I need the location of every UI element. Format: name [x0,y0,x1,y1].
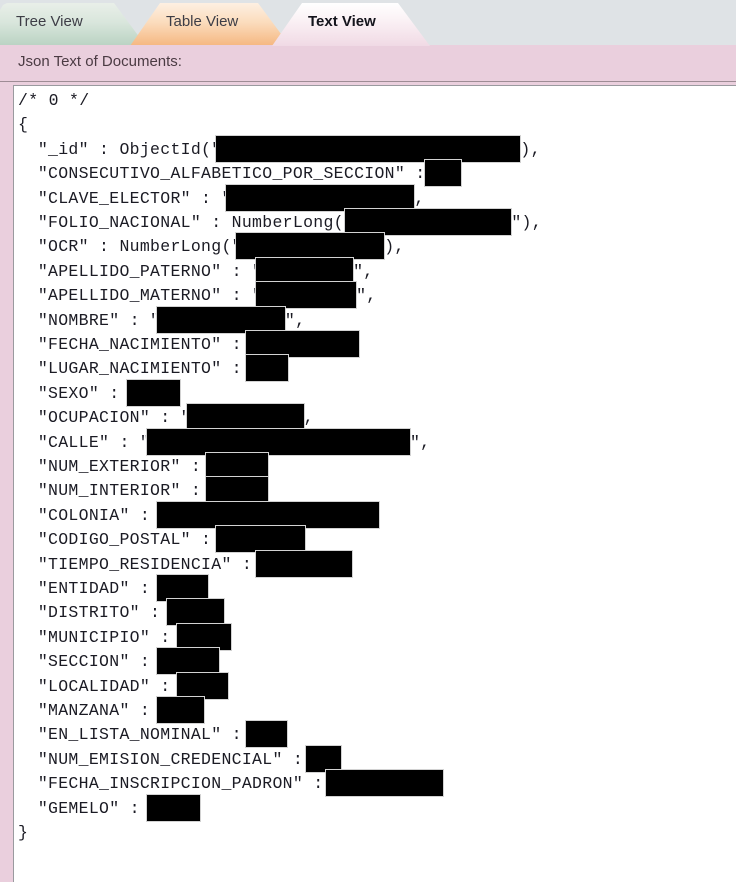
code-line: "COLONIA" : [37,505,161,525]
redacted-value [165,598,225,627]
code-line: "LUGAR_NACIMIENTO" : [37,359,253,379]
redacted-value [245,354,290,383]
tab-tree-view-label: Tree View [16,13,83,30]
redacted-value [215,134,522,163]
code-line-suffix: "), [511,213,542,232]
code-line: "ENTIDAD" : [37,579,161,598]
code-line: "SEXO" : [37,383,130,403]
code-line-suffix: ", [353,261,374,281]
json-code-canvas: /* 0 */ { "_id" : ObjectId("), "CONSECUTIVO… [14,86,736,882]
code-line-suffix: ", [356,286,377,306]
code-line: "CALLE" : " [37,432,151,452]
code-line: "NOMBRE" : " [37,310,161,330]
code-line: "APELLIDO_PATERNO" : " [37,261,263,281]
code-line: "FECHA_NACIMIENTO" : [37,335,253,354]
code-line: } [18,823,29,842]
code-line: "GEMELO" : [37,798,151,818]
redacted-value [423,159,462,188]
redacted-value [155,574,209,602]
code-line: "TIEMPO_RESIDENCIA" : [37,554,263,574]
redacted-value [215,525,307,554]
code-line: "NUM_EMISION_CREDENCIAL" : [37,749,314,769]
code-line: "APELLIDO_MATERNO" : " [37,286,263,306]
code-line-suffix: ), [520,139,541,159]
code-line: "SECCION" : [37,652,161,672]
code-line: "NUM_INTERIOR" : [37,481,212,501]
code-line: "MANZANA" : [37,701,161,720]
redacted-value [185,403,305,432]
code-line: "CONSECUTIVO_ALFABETICO_POR_SECCION" : [37,164,436,184]
code-line-suffix: , [303,408,314,428]
redacted-value [145,793,201,822]
redacted-value [245,720,289,749]
code-line: { [18,115,29,135]
redacted-value [245,330,361,358]
tab-table-view[interactable]: Table View [130,3,290,46]
code-line: "EN_LISTA_NOMINAL" : [37,725,253,745]
json-text-viewer[interactable]: /* 0 */ { "_id" : ObjectId("), "CONSECUTIVO… [13,85,736,882]
redacted-value [205,476,270,505]
code-line: "DISTRITO" : [37,603,171,623]
tab-table-view-label: Table View [166,13,239,30]
redacted-value [155,647,220,676]
code-line: "FECHA_INSCRIPCION_PADRON" : [37,774,334,794]
tab-tree-view[interactable]: Tree View [0,3,146,46]
code-line-suffix: ", [284,310,306,330]
code-line: "CODIGO_POSTAL" : [37,530,222,550]
redacted-value [255,549,354,578]
redacted-value [155,305,286,334]
redacted-value [155,500,380,529]
redacted-value [324,769,444,798]
code-line: "MUNICIPIO" : [37,627,181,647]
code-line: "FOLIO_NACIONAL" : NumberLong(" [37,213,355,232]
redacted-value [155,696,205,724]
code-line: /* 0 */ [18,91,90,110]
code-line-suffix: ), [384,237,405,257]
redacted-value [255,281,358,310]
tab-text-view-label: Text View [308,13,376,30]
redacted-value [255,256,355,285]
code-line: "NUM_EXTERIOR" : [37,457,212,476]
code-line: "CLAVE_ELECTOR" : " [37,188,232,208]
code-line: "LOCALIDAD" : [37,676,181,696]
code-line-suffix: ", [409,432,431,452]
tab-text-view[interactable]: Text View [272,3,430,46]
redacted-value [304,744,342,773]
code-line-suffix: , [414,188,425,208]
redacted-value [126,378,182,407]
redacted-value [175,622,232,651]
redacted-value [175,671,229,700]
redacted-value [235,232,386,261]
code-line: "_id" : ObjectId(" [37,139,222,159]
code-line: "OCUPACION" : " [37,408,191,428]
panel-header: Json Text of Documents: [0,45,736,82]
redacted-value [344,208,513,236]
view-tab-bar: Tree View Table View Text View [0,0,736,46]
code-line: "OCR" : NumberLong(" [37,237,242,257]
redacted-value [205,452,270,480]
panel-header-label: Json Text of Documents: [18,53,182,70]
redacted-value [225,183,416,212]
redacted-value [145,427,411,456]
